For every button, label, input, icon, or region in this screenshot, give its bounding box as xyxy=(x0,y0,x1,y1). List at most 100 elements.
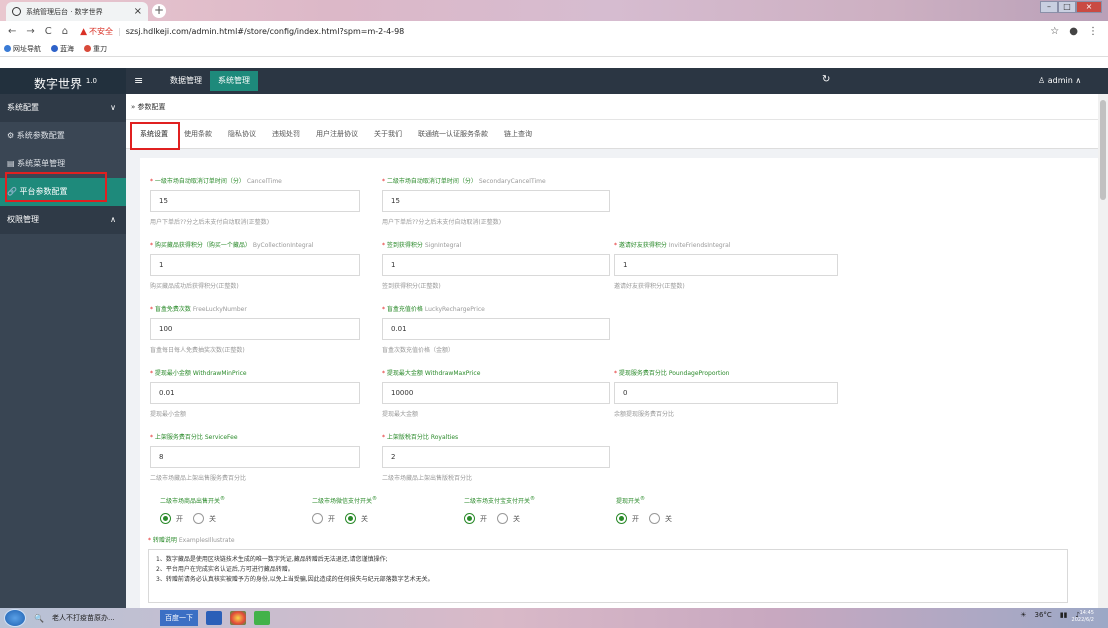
switch-wechat-pay: 二级市场微信支付开关® 开 关 xyxy=(312,496,378,524)
poundage-proportion-input[interactable]: 0 xyxy=(614,382,838,404)
field-poundage-proportion: * 提现服务费百分比 PoundageProportion 0 余额提现服务费百… xyxy=(614,368,838,418)
scrollbar-thumb[interactable] xyxy=(1100,100,1106,200)
radio-alipay-on[interactable] xyxy=(464,513,475,524)
bookmark-item[interactable]: 蓝海 xyxy=(51,44,74,54)
highlight-box-sidebar xyxy=(5,172,107,202)
home-icon[interactable]: ⌂ xyxy=(62,26,68,37)
field-invite-integral: * 邀请好友获得积分 InviteFriendsIntegral 1 邀请好友获… xyxy=(614,240,838,290)
free-lucky-number-input[interactable]: 100 xyxy=(150,318,360,340)
radio-wechat-off[interactable] xyxy=(345,513,356,524)
radio-sale-off[interactable] xyxy=(193,513,204,524)
tab-about[interactable]: 关于我们 xyxy=(366,120,410,148)
maximize-button[interactable]: □ xyxy=(1058,1,1076,13)
reload-icon[interactable]: C xyxy=(45,26,52,37)
forward-icon[interactable]: → xyxy=(26,26,34,37)
baidu-button[interactable]: 百度一下 xyxy=(159,610,198,626)
address-bar: ← → C ⌂ ▲ 不安全 | szsj.hdlkeji.com/admin.h… xyxy=(0,21,1108,42)
tab-unicom-terms[interactable]: 联通统一认证服务条款 xyxy=(410,120,496,148)
field-service-fee: * 上架服务费百分比 ServiceFee 8 二级市场藏品上架出售服务费百分比 xyxy=(150,432,360,482)
url-field[interactable]: szsj.hdlkeji.com/admin.html#/store/confi… xyxy=(126,27,405,36)
warning-icon: ▲ xyxy=(80,26,88,37)
field-withdraw-min: * 提现最小金额 WithdrawMinPrice 0.01 提现最小金额 xyxy=(150,368,360,418)
switch-alipay: 二级市场支付宝支付开关® 开 关 xyxy=(464,496,536,524)
breadcrumb-arrow-icon: » xyxy=(131,103,136,111)
radio-alipay-off[interactable] xyxy=(497,513,508,524)
highlight-box-tab xyxy=(130,122,180,150)
clock[interactable]: 14:45 2022/6/2 xyxy=(1072,610,1094,624)
window-controls: – □ × xyxy=(1040,1,1102,13)
radio-withdraw-off[interactable] xyxy=(649,513,660,524)
radio-wechat-on[interactable] xyxy=(312,513,323,524)
collection-integral-input[interactable]: 1 xyxy=(150,254,360,276)
secondary-cancel-time-input[interactable]: 15 xyxy=(382,190,610,212)
wechat-icon[interactable] xyxy=(253,611,270,625)
field-royalties: * 上架版税百分比 Royalties 2 二级市场藏品上架出售版税百分比 xyxy=(382,432,610,482)
sidebar-group-system-config[interactable]: 系统配置 ∨ xyxy=(0,94,126,122)
cancel-time-input[interactable]: 15 xyxy=(150,190,360,212)
refresh-icon[interactable]: ↻ xyxy=(822,74,830,85)
menu-toggle-icon[interactable]: ≡ xyxy=(134,74,143,87)
field-illustrate: * 转赠说明 ExamplesIllustrate 1、数字藏品是使用区块链技术… xyxy=(148,535,1068,603)
switch-withdraw: 提现开关® 开 关 xyxy=(616,496,672,524)
tab-chain-query[interactable]: 链上查询 xyxy=(496,120,540,148)
bookmarks-bar: 网址导航 蓝海 重刀 xyxy=(0,42,1108,57)
radio-sale-on[interactable] xyxy=(160,513,171,524)
browser-tabstrip: 系统管理后台 · 数字世界 × + – □ × xyxy=(0,0,1108,21)
user-menu[interactable]: ♙ admin ∧ xyxy=(1038,68,1081,94)
new-tab-button[interactable]: + xyxy=(152,4,166,18)
taskbar-search[interactable]: 老人不打疫苗原办... xyxy=(52,613,152,623)
service-fee-input[interactable]: 8 xyxy=(150,446,360,468)
globe-icon xyxy=(12,7,21,16)
user-icon: ♙ xyxy=(1038,76,1046,85)
field-secondary-cancel-time: * 二级市场自动取消订单时间（分） SecondaryCancelTime 15… xyxy=(382,176,610,226)
tab-register-agreement[interactable]: 用户注册协议 xyxy=(308,120,366,148)
bookmark-item[interactable]: 网址导航 xyxy=(4,44,41,54)
tab-terms[interactable]: 使用条款 xyxy=(176,120,220,148)
topnav-system-management[interactable]: 系统管理 xyxy=(210,71,258,91)
illustrate-textarea[interactable]: 1、数字藏品是使用区块链技术生成的唯一数字凭证,藏品转赠后无法退还,请您谨慎操作… xyxy=(148,549,1068,603)
start-button[interactable] xyxy=(4,609,26,627)
switch-secondary-sale: 二级市场商品出售开关® 开 关 xyxy=(160,496,226,524)
word-icon[interactable] xyxy=(205,611,222,625)
tab-privacy[interactable]: 隐私协议 xyxy=(220,120,264,148)
topnav-data-management[interactable]: 数据管理 xyxy=(162,68,210,94)
insecure-label[interactable]: 不安全 xyxy=(89,26,113,37)
field-sign-integral: * 签到获得积分 SignIntegral 1 签到获得积分(正整数) xyxy=(382,240,610,290)
field-lucky-recharge-price: * 盲盒充值价格 LuckyRechargePrice 0.01 盲盒次数充值价… xyxy=(382,304,610,354)
profile-icon[interactable]: ● xyxy=(1069,26,1078,37)
invite-integral-input[interactable]: 1 xyxy=(614,254,838,276)
search-icon: 🔍 xyxy=(34,613,44,623)
bookmark-icon xyxy=(51,45,58,52)
browser-tab[interactable]: 系统管理后台 · 数字世界 × xyxy=(6,2,148,21)
field-withdraw-max: * 提现最大金额 WithdrawMaxPrice 10000 提现最大金额 xyxy=(382,368,610,418)
sign-integral-input[interactable]: 1 xyxy=(382,254,610,276)
withdraw-min-input[interactable]: 0.01 xyxy=(150,382,360,404)
weather-icon: ☀ xyxy=(1020,611,1027,619)
address-separator: | xyxy=(118,27,121,36)
top-nav: 数据管理 系统管理 xyxy=(162,68,258,94)
close-window-button[interactable]: × xyxy=(1076,1,1102,13)
menu-icon: ▤ xyxy=(7,159,15,168)
tab-penalty[interactable]: 违规处罚 xyxy=(264,120,308,148)
royalties-input[interactable]: 2 xyxy=(382,446,610,468)
page-scrollbar[interactable] xyxy=(1098,94,1108,608)
app-logo: 数字世界 1.0 xyxy=(0,68,126,94)
back-icon[interactable]: ← xyxy=(8,26,16,37)
network-icon[interactable]: ▮▮ xyxy=(1060,611,1068,619)
more-icon[interactable]: ⋮ xyxy=(1088,26,1098,37)
breadcrumb: » 参数配置 xyxy=(126,94,1108,120)
browser-tab-title: 系统管理后台 · 数字世界 xyxy=(26,7,103,16)
withdraw-max-input[interactable]: 10000 xyxy=(382,382,610,404)
minimize-button[interactable]: – xyxy=(1040,1,1058,13)
star-icon[interactable]: ☆ xyxy=(1050,26,1059,37)
chevron-up-icon: ∧ xyxy=(110,215,116,224)
chrome-icon[interactable] xyxy=(229,611,246,625)
bookmark-item[interactable]: 重刀 xyxy=(84,44,107,54)
sidebar-group-permissions[interactable]: 权限管理 ∧ xyxy=(0,206,126,234)
field-cancel-time: * 一级市场自动取消订单时间（分） CancelTime 15 用户下单后??分… xyxy=(150,176,360,226)
lucky-recharge-price-input[interactable]: 0.01 xyxy=(382,318,610,340)
sidebar-item-system-params[interactable]: ⚙ 系统参数配置 xyxy=(0,122,126,150)
radio-withdraw-on[interactable] xyxy=(616,513,627,524)
close-tab-icon[interactable]: × xyxy=(134,6,142,17)
logo-version: 1.0 xyxy=(85,77,97,85)
